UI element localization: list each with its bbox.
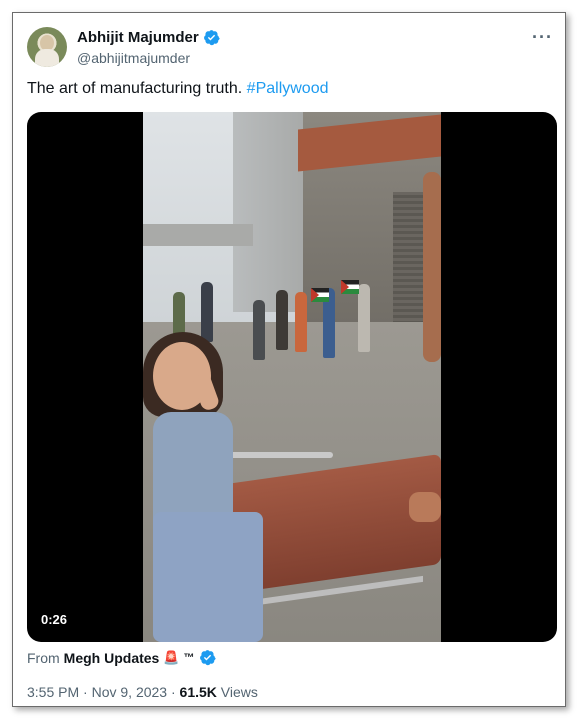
hashtag-link[interactable]: #Pallywood: [247, 80, 329, 97]
video-flag: [341, 280, 359, 294]
video-person: [253, 300, 265, 360]
video-player[interactable]: 0:26: [27, 112, 557, 642]
meta-separator: ·: [170, 684, 176, 700]
tweet-date[interactable]: Nov 9, 2023: [92, 684, 168, 700]
trademark-symbol: ™: [183, 651, 195, 664]
video-stretcher-rail: [223, 452, 333, 458]
video-flag: [311, 288, 329, 302]
tweet-card: Abhijit Majumder @abhijitmajumder ··· Th…: [12, 12, 566, 707]
author-name-row[interactable]: Abhijit Majumder: [77, 29, 220, 46]
from-label: From: [27, 649, 60, 666]
tweet-time[interactable]: 3:55 PM: [27, 684, 79, 700]
avatar-body: [35, 49, 59, 67]
more-options-icon[interactable]: ···: [532, 27, 553, 48]
tweet-text: The art of manufacturing truth. #Pallywo…: [27, 80, 329, 98]
author-name[interactable]: Abhijit Majumder: [77, 29, 199, 46]
video-building-left: [233, 112, 303, 312]
video-edge-person: [423, 172, 441, 362]
video-frame: [143, 112, 441, 642]
tweet-body: The art of manufacturing truth.: [27, 80, 243, 97]
source-account-link[interactable]: Megh Updates: [64, 650, 160, 666]
video-person: [295, 292, 307, 352]
views-label: Views: [220, 684, 258, 700]
verified-badge-icon: [203, 30, 220, 46]
video-girl-legs: [153, 512, 263, 642]
video-arm: [409, 492, 441, 522]
avatar[interactable]: [27, 27, 67, 67]
source-attribution: From Megh Updates 🚨 ™: [27, 649, 216, 666]
video-person: [276, 290, 288, 350]
video-bridge: [143, 224, 253, 246]
meta-separator: ·: [83, 684, 88, 700]
tweet-meta: 3:55 PM · Nov 9, 2023 · 61.5K Views: [27, 684, 258, 700]
author-handle[interactable]: @abhijitmajumder: [77, 50, 190, 66]
video-person: [358, 284, 370, 352]
views-count: 61.5K: [179, 684, 217, 700]
verified-badge-icon: [199, 650, 216, 666]
siren-icon: 🚨: [163, 649, 180, 665]
video-duration: 0:26: [41, 612, 68, 627]
video-person: [201, 282, 213, 342]
